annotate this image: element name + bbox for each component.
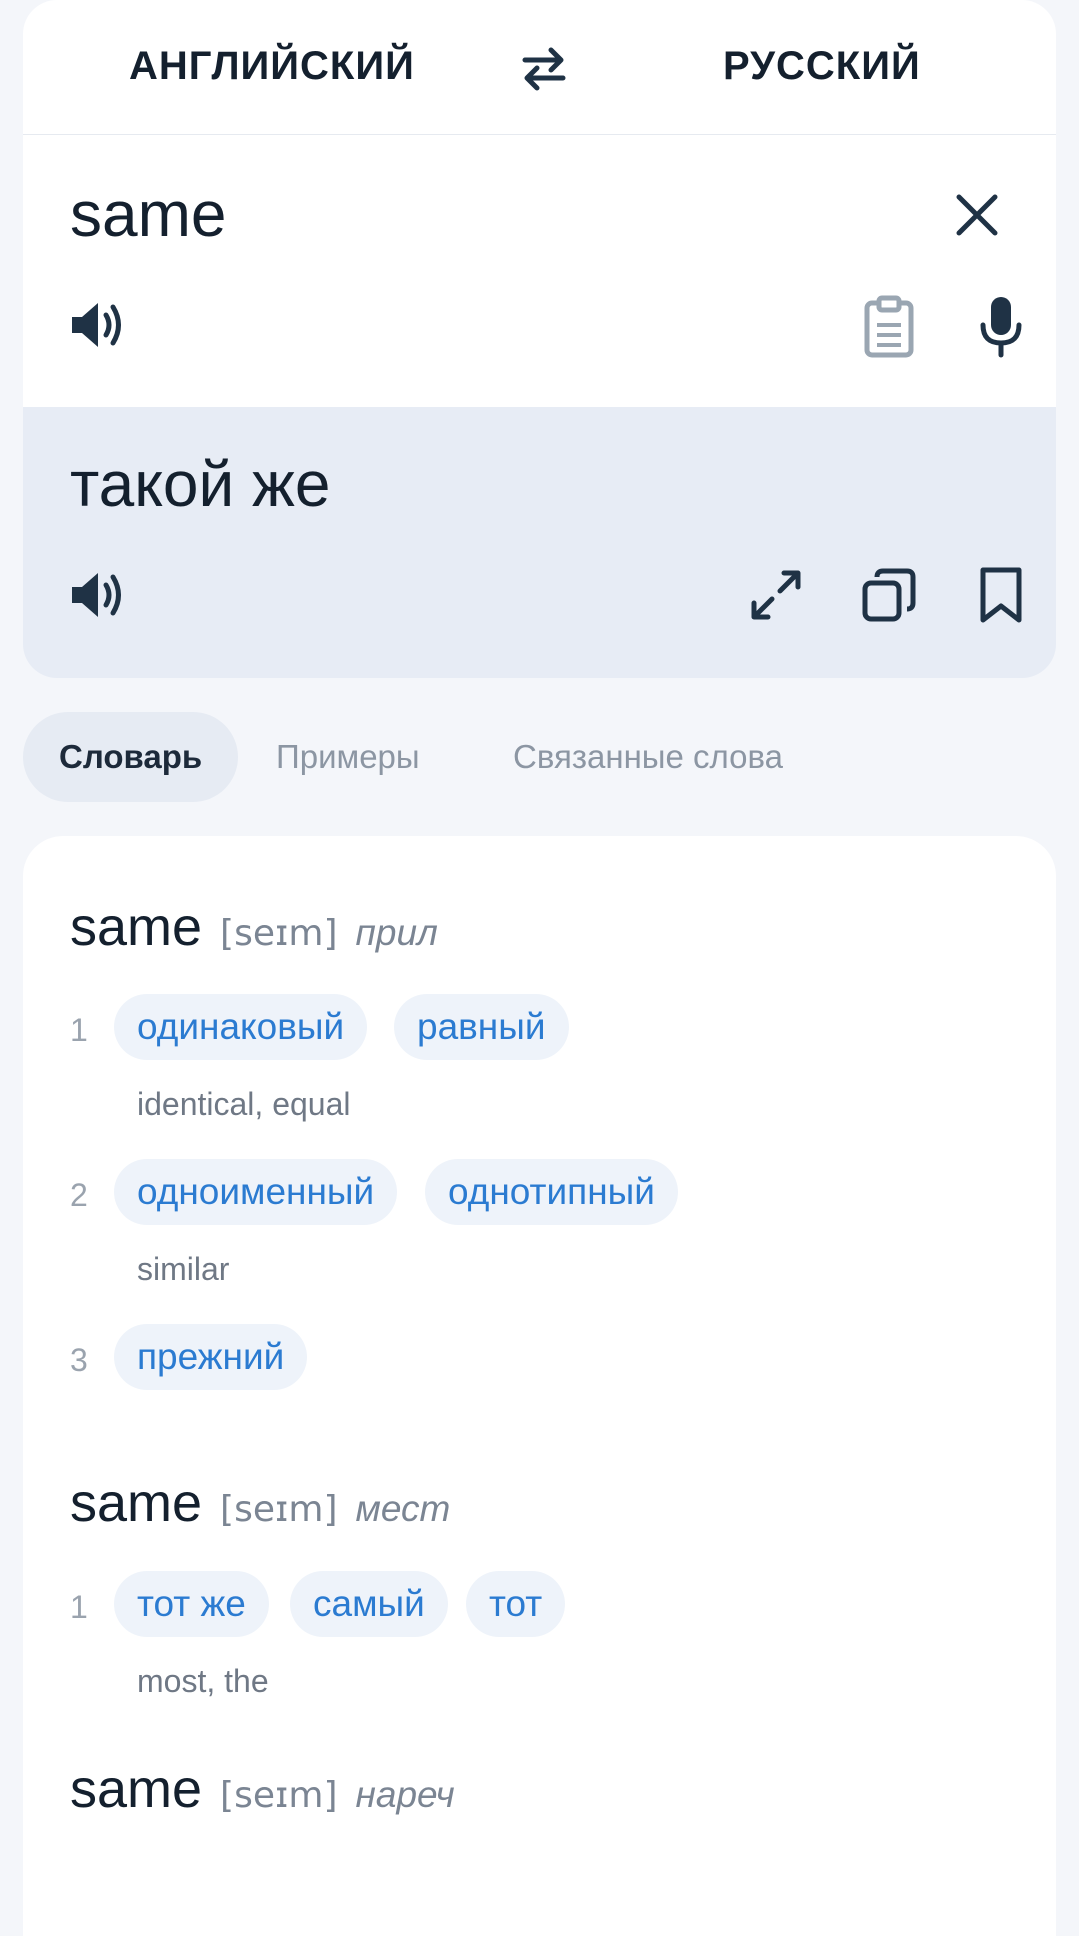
source-panel: same <box>23 135 1056 407</box>
clear-button[interactable] <box>945 183 1009 247</box>
source-language-button[interactable]: АНГЛИЙСКИЙ <box>129 44 415 89</box>
translation-chip[interactable]: самый <box>290 1571 448 1637</box>
headword: same <box>70 1473 203 1533</box>
sense-gloss: similar <box>137 1251 230 1287</box>
part-of-speech: мест <box>355 1488 451 1529</box>
translation-chip[interactable]: равный <box>394 994 569 1060</box>
transcription: [seɪm] <box>220 1489 338 1530</box>
speaker-icon <box>72 303 121 347</box>
sense-gloss: identical, equal <box>137 1086 351 1122</box>
translation-chip[interactable]: одноименный <box>114 1159 398 1225</box>
translation-chip[interactable]: тот <box>466 1571 566 1637</box>
bookmark-icon <box>980 567 1022 623</box>
translation-listen-button[interactable] <box>66 563 130 627</box>
tab-examples[interactable]: Примеры <box>240 712 456 802</box>
fullscreen-button[interactable] <box>744 563 808 627</box>
sense-number: 3 <box>70 1342 88 1378</box>
sense-number: 1 <box>70 1012 88 1048</box>
copy-icon <box>862 568 916 622</box>
translation-chip[interactable]: одинаковый <box>114 994 368 1060</box>
translation-panel: такой же <box>23 407 1056 678</box>
headword: same <box>70 1759 203 1819</box>
close-icon <box>956 194 998 236</box>
microphone-button[interactable] <box>969 295 1033 359</box>
bookmark-button[interactable] <box>969 563 1033 627</box>
entry-header: same [seɪm] прил <box>70 896 438 958</box>
entry-header: same [seɪm] мест <box>70 1472 450 1534</box>
tabs: Словарь Примеры Связанные слова <box>23 712 1056 804</box>
tab-dictionary[interactable]: Словарь <box>23 712 239 802</box>
copy-button[interactable] <box>857 563 921 627</box>
translation-chip[interactable]: прежний <box>114 1324 308 1390</box>
part-of-speech: прил <box>355 912 438 953</box>
swap-icon <box>522 47 566 91</box>
language-bar: АНГЛИЙСКИЙ РУССКИЙ <box>23 0 1056 135</box>
dictionary-panel: same [seɪm] прил 1 одинаковый равный ident… <box>23 836 1056 1936</box>
microphone-icon <box>980 297 1022 358</box>
paste-button[interactable] <box>857 295 921 359</box>
transcription: [seɪm] <box>220 913 338 954</box>
sense-number: 1 <box>70 1589 88 1625</box>
swap-languages-button[interactable] <box>517 42 571 96</box>
source-text-input[interactable]: same <box>70 177 227 251</box>
sense-gloss: most, the <box>137 1663 269 1699</box>
sense-number: 2 <box>70 1177 88 1213</box>
translation-chip[interactable]: однотипный <box>425 1159 678 1225</box>
part-of-speech: нареч <box>355 1774 455 1815</box>
translation-text: такой же <box>70 448 331 520</box>
speaker-icon <box>72 573 121 617</box>
source-listen-button[interactable] <box>66 293 130 357</box>
translation-chip[interactable]: тот же <box>114 1571 269 1637</box>
transcription: [seɪm] <box>220 1775 338 1816</box>
expand-icon <box>751 570 801 620</box>
entry-header: same [seɪm] нареч <box>70 1758 455 1820</box>
tab-related-words[interactable]: Связанные слова <box>477 712 819 802</box>
headword: same <box>70 897 203 957</box>
target-language-button[interactable]: РУССКИЙ <box>723 44 921 89</box>
clipboard-icon <box>864 295 914 358</box>
